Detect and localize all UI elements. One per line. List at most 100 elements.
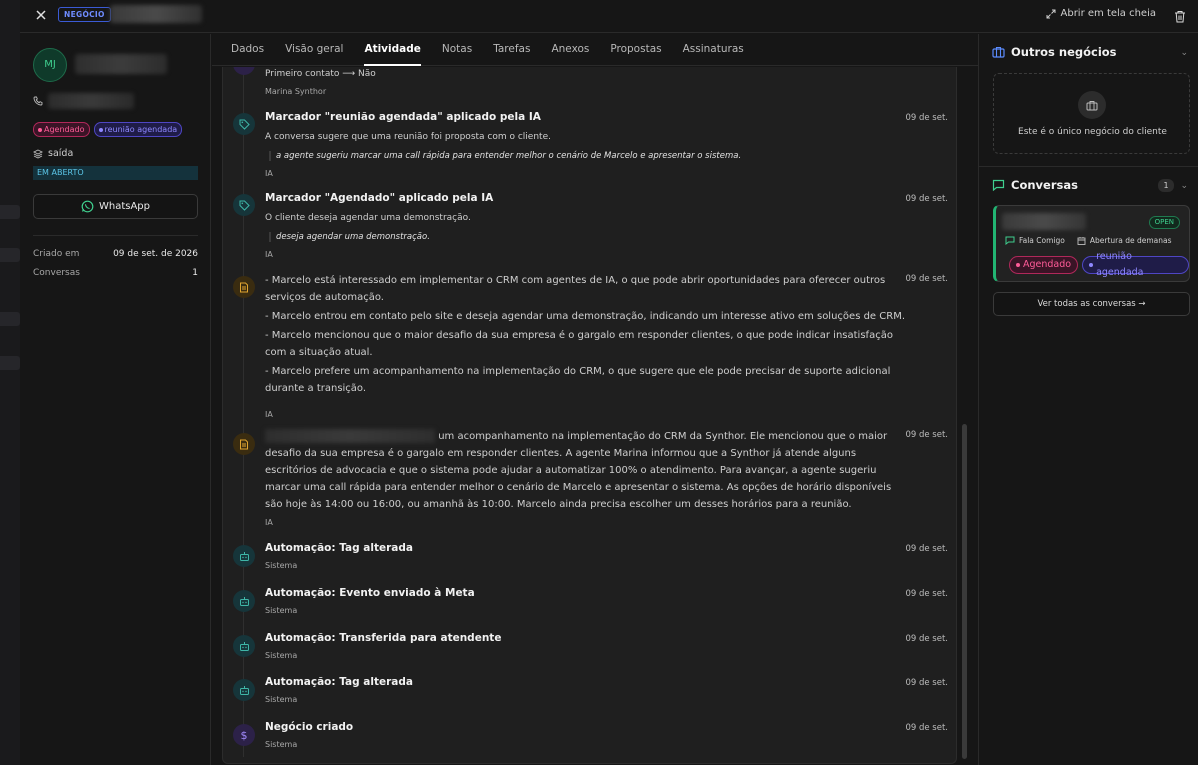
- entry-author: IA: [265, 410, 273, 419]
- contact-name-redacted: [75, 54, 167, 74]
- tag-agendado[interactable]: Agendado: [33, 122, 90, 137]
- tag-reuniao-agendada[interactable]: reunião agendada: [1082, 251, 1189, 278]
- status-badge: OPEN: [1148, 216, 1180, 229]
- entry-date: 09 de set.: [905, 113, 948, 123]
- robot-icon: [233, 545, 255, 567]
- backdrop-card: [0, 312, 20, 326]
- entry-author: IA: [265, 518, 273, 527]
- bullet-item: - Marcelo prefere um acompanhamento na i…: [265, 366, 891, 394]
- tag-reuniao-agendada[interactable]: reunião agendada: [93, 122, 183, 137]
- entry-date: 09 de set.: [905, 274, 948, 284]
- conversations-header[interactable]: Conversas: [992, 178, 1078, 192]
- conversation-card[interactable]: OPEN Fala Comigo Abertura de demanas Age…: [993, 205, 1190, 282]
- layers-icon: [33, 148, 43, 159]
- tab-anexos[interactable]: Anexos: [551, 34, 589, 66]
- department: Abertura de demanas: [1077, 236, 1172, 245]
- chevron-down-icon[interactable]: ⌄: [1180, 48, 1188, 58]
- entry-date: 09 de set.: [905, 723, 948, 733]
- entry-date: 09 de set.: [905, 430, 948, 440]
- timeline-scrollbar[interactable]: [962, 424, 967, 759]
- tab-notas[interactable]: Notas: [442, 34, 472, 66]
- divider: [979, 166, 1198, 167]
- phone-icon: [33, 96, 43, 106]
- backdrop-card: [0, 248, 20, 262]
- other-deals-header[interactable]: Outros negócios: [992, 45, 1117, 59]
- note-icon: [233, 276, 255, 298]
- tag-agendado[interactable]: Agendado: [1009, 256, 1079, 274]
- tab-dados[interactable]: Dados: [231, 34, 264, 66]
- entry-description: Primeiro contato ⟶ Não: [265, 69, 376, 79]
- entry-date: 09 de set.: [905, 194, 948, 204]
- entry-quote: deseja agendar uma demonstração.: [269, 232, 430, 242]
- entry-author: Sistema: [265, 561, 298, 570]
- pipeline-stage: saída: [33, 148, 73, 159]
- created-value: 09 de set. de 2026: [113, 249, 198, 259]
- fullscreen-button[interactable]: Abrir em tela cheia: [1046, 8, 1157, 19]
- tab-atividade[interactable]: Atividade: [364, 34, 421, 66]
- channel-label: Fala Comigo: [1019, 236, 1065, 245]
- divider: [33, 235, 198, 236]
- activity-timeline[interactable]: Primeiro contato ⟶ Não Marina Synthor Ma…: [222, 67, 957, 764]
- delete-button[interactable]: [1174, 8, 1187, 23]
- entry-author: Marina Synthor: [265, 87, 327, 96]
- conversations-count: 1: [1158, 179, 1174, 192]
- entry-title: Marcador "reunião agendada" aplicado pel…: [265, 111, 541, 123]
- bullet-item: - Marcelo mencionou que o maior desafio …: [265, 330, 893, 358]
- note-icon: [233, 433, 255, 455]
- chevron-down-icon[interactable]: ⌄: [1180, 181, 1188, 191]
- status-badge: EM ABERTO: [33, 166, 198, 180]
- other-deals-title: Outros negócios: [1011, 45, 1117, 59]
- backdrop-card: [0, 205, 20, 219]
- tab-visao-geral[interactable]: Visão geral: [285, 34, 343, 66]
- entry-date: 09 de set.: [905, 634, 948, 644]
- trash-icon: [1175, 11, 1185, 23]
- deal-modal: NEGÓCIO Abrir em tela cheia MJ Agendado …: [20, 0, 1198, 765]
- entry-author: IA: [265, 250, 273, 259]
- contact-phone: [33, 93, 134, 109]
- empty-message: Este é o único negócio do cliente: [1018, 127, 1167, 137]
- tag-label: reunião agendada: [1096, 251, 1144, 278]
- robot-icon: [233, 590, 255, 612]
- robot-icon: [233, 635, 255, 657]
- timeline-icon: [233, 67, 255, 75]
- other-deals-empty: Este é o único negócio do cliente: [993, 73, 1190, 154]
- tab-assinaturas[interactable]: Assinaturas: [683, 34, 744, 66]
- fullscreen-label: Abrir em tela cheia: [1060, 8, 1157, 19]
- modal-header: NEGÓCIO Abrir em tela cheia: [20, 0, 1198, 33]
- stage-label: saída: [48, 148, 74, 159]
- avatar: MJ: [33, 48, 67, 82]
- entry-title: Negócio criado: [265, 721, 354, 733]
- whatsapp-label: WhatsApp: [98, 201, 151, 212]
- channel: Fala Comigo: [1005, 236, 1065, 245]
- conversation-meta: Fala Comigo Abertura de demanas: [1005, 236, 1172, 245]
- conversations-value: 1: [192, 268, 198, 278]
- tag-label: Agendado: [44, 125, 85, 134]
- whatsapp-icon: [81, 200, 94, 213]
- conversations-title: Conversas: [1011, 178, 1078, 192]
- tab-bar: Dados Visão geral Atividade Notas Tarefa…: [212, 34, 978, 66]
- entry-date: 09 de set.: [905, 678, 948, 688]
- tag-icon: [233, 194, 255, 216]
- chat-icon: [992, 179, 1005, 191]
- backdrop-card: [0, 356, 20, 370]
- department-label: Abertura de demanas: [1089, 236, 1172, 245]
- entry-quote: a agente sugeriu marcar uma call rápida …: [269, 151, 741, 161]
- deal-type-badge: NEGÓCIO: [58, 7, 111, 22]
- close-button[interactable]: [33, 7, 49, 23]
- view-all-conversations-button[interactable]: Ver todas as conversas →: [993, 292, 1190, 316]
- created-label: Criado em: [33, 249, 80, 259]
- main-content: Dados Visão geral Atividade Notas Tarefa…: [212, 34, 978, 765]
- entry-title: Automação: Transferida para atendente: [265, 632, 502, 644]
- tab-tarefas[interactable]: Tarefas: [493, 34, 530, 66]
- whatsapp-button[interactable]: WhatsApp: [33, 194, 198, 219]
- conversations-row: Conversas 1: [33, 268, 198, 278]
- expand-icon: [1046, 9, 1055, 18]
- chat-icon: [1005, 236, 1015, 245]
- tab-propostas[interactable]: Propostas: [610, 34, 661, 66]
- entry-description: A conversa sugere que uma reunião foi pr…: [265, 132, 551, 142]
- tag-icon: [233, 113, 255, 135]
- conversations-label: Conversas: [33, 268, 80, 278]
- tag-label: reunião agendada: [104, 125, 178, 134]
- entry-title: Marcador "Agendado" aplicado pela IA: [265, 192, 494, 204]
- entry-bullets: - Marcelo está interessado em implementa…: [265, 272, 905, 397]
